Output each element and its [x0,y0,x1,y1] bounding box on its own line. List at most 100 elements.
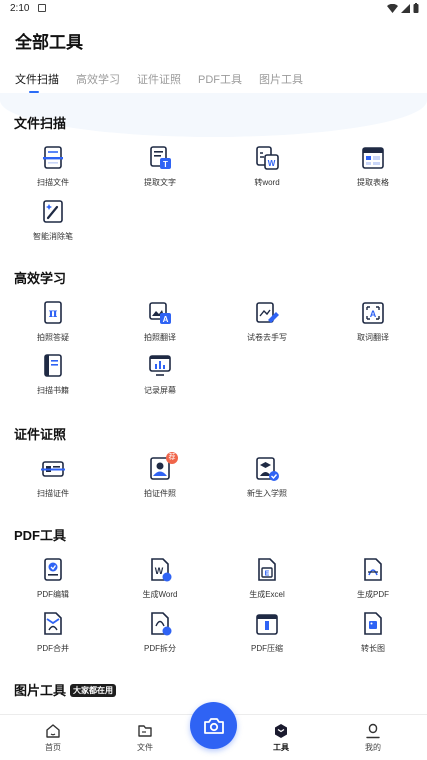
tool-to-word[interactable]: W 转word [227,145,307,188]
home-icon [46,724,60,738]
tool-photo-qa[interactable]: π 拍照答疑 [13,300,93,343]
pdf-merge-icon [44,612,62,635]
tool-pdf-split[interactable]: PDF拆分 [120,611,200,654]
tool-label: PDF合并 [37,644,69,653]
svg-text:π: π [49,306,58,320]
pdf-edit-icon [44,558,62,581]
tool-smart-eraser[interactable]: 智能消除笔 [13,199,93,242]
folder-icon [138,725,152,737]
nav-home[interactable]: 首页 [23,723,83,753]
tool-record-screen[interactable]: 记录屏幕 [120,353,200,396]
tool-scan-id[interactable]: 扫描证件 [13,456,93,499]
magic-eraser-icon [43,200,63,223]
nav-label-files: 文件 [137,743,153,752]
extract-text-icon: T [150,146,171,169]
section-title-image: 图片工具 大家都在用 [14,680,117,699]
nav-label-tools: 工具 [273,743,289,752]
word-doc-icon: W [256,146,279,170]
tool-pdf-merge[interactable]: PDF合并 [13,611,93,654]
id-card-icon [41,461,65,477]
pdf-compress-icon [256,614,278,635]
image-translate-icon: A [149,302,171,324]
section-title-scan: 文件扫描 [14,116,67,131]
tool-label: 转word [254,178,280,187]
table-icon [362,147,384,169]
tool-label: PDF拆分 [144,644,176,653]
tools-cube-icon [275,724,287,738]
svg-text:T: T [163,160,168,169]
tool-label: 提取文字 [144,178,176,187]
tool-id-photo[interactable]: 荐 拍证件照 [120,452,200,499]
nav-tools[interactable]: 工具 [251,723,311,753]
user-icon [366,723,380,739]
section-title-id: 证件证照 [14,427,67,442]
page-title: 全部工具 [15,33,83,52]
section-title-text: 图片工具 [14,683,67,698]
tool-label: 拍照答疑 [37,333,69,342]
wifi-icon [387,3,398,13]
status-time: 2:10 [10,3,30,14]
pdf-file-icon [364,558,382,581]
popular-badge: 大家都在用 [70,684,117,697]
tool-label: 拍证件照 [144,489,176,498]
tool-pdf-compress[interactable]: PDF压缩 [227,611,307,654]
svg-text:A: A [370,309,377,319]
camera-icon [203,717,224,734]
camera-button[interactable] [190,702,237,749]
long-image-icon [364,612,382,635]
nav-mine[interactable]: 我的 [343,723,403,753]
screen-chart-icon [149,355,171,376]
scan-word-icon: A [362,302,384,324]
tool-word-translate[interactable]: A 取词翻译 [333,300,413,343]
tool-remove-handwriting[interactable]: 试卷去手写 [227,300,307,343]
tool-label: 生成Word [142,590,178,599]
pi-book-icon: π [44,301,62,324]
tool-pdf-to-excel[interactable]: E 生成Excel [227,557,307,600]
tool-label: 扫描文件 [37,178,69,187]
tool-label: 取词翻译 [357,333,389,342]
book-icon [44,354,62,377]
tool-label: 记录屏幕 [144,386,176,395]
status-bar: 2:10 [0,0,427,20]
tool-freshman-photo[interactable]: 新生入学照 [227,456,307,499]
tool-label: 拍照翻译 [144,333,176,342]
tool-scan-book[interactable]: 扫描书籍 [13,353,93,396]
tool-label: 生成Excel [249,590,285,599]
tool-label: 试卷去手写 [247,333,287,342]
notification-icon [38,4,46,12]
svg-text:A: A [163,315,169,324]
nav-files[interactable]: 文件 [115,723,175,753]
tool-label: PDF编辑 [37,590,69,599]
eraser-paper-icon [256,302,279,323]
tool-label: 扫描书籍 [37,386,69,395]
tool-extract-text[interactable]: T 提取文字 [120,145,200,188]
svg-text:E: E [265,571,270,578]
tool-pdf-edit[interactable]: PDF编辑 [13,557,93,600]
tool-photo-translate[interactable]: A 拍照翻译 [120,300,200,343]
scan-document-icon [43,146,63,169]
signal-icon [401,3,410,13]
tool-label: 提取表格 [357,178,389,187]
tool-label: PDF压缩 [251,644,283,653]
nav-label-home: 首页 [45,743,61,752]
tool-create-pdf[interactable]: 生成PDF [333,557,413,600]
svg-text:W: W [268,159,276,168]
section-title-pdf: PDF工具 [14,528,67,543]
pdf-word-icon: W [151,558,172,582]
section-title-study: 高效学习 [14,271,67,286]
tool-label: 生成PDF [357,590,389,599]
tool-label: 转长图 [361,644,385,653]
pdf-split-icon [151,612,172,636]
tool-pdf-to-word[interactable]: W 生成Word [120,557,200,600]
tool-label: 智能消除笔 [33,232,73,241]
tool-label: 扫描证件 [37,489,69,498]
recommend-badge: 荐 [166,452,178,464]
battery-icon [413,3,419,13]
tool-extract-table[interactable]: 提取表格 [333,145,413,188]
tool-long-image[interactable]: 转长图 [333,611,413,654]
nav-label-mine: 我的 [365,743,381,752]
status-icons [387,3,419,13]
pdf-excel-icon: E [258,558,276,581]
tool-scan-file[interactable]: 扫描文件 [13,145,93,188]
tool-label: 新生入学照 [247,489,287,498]
